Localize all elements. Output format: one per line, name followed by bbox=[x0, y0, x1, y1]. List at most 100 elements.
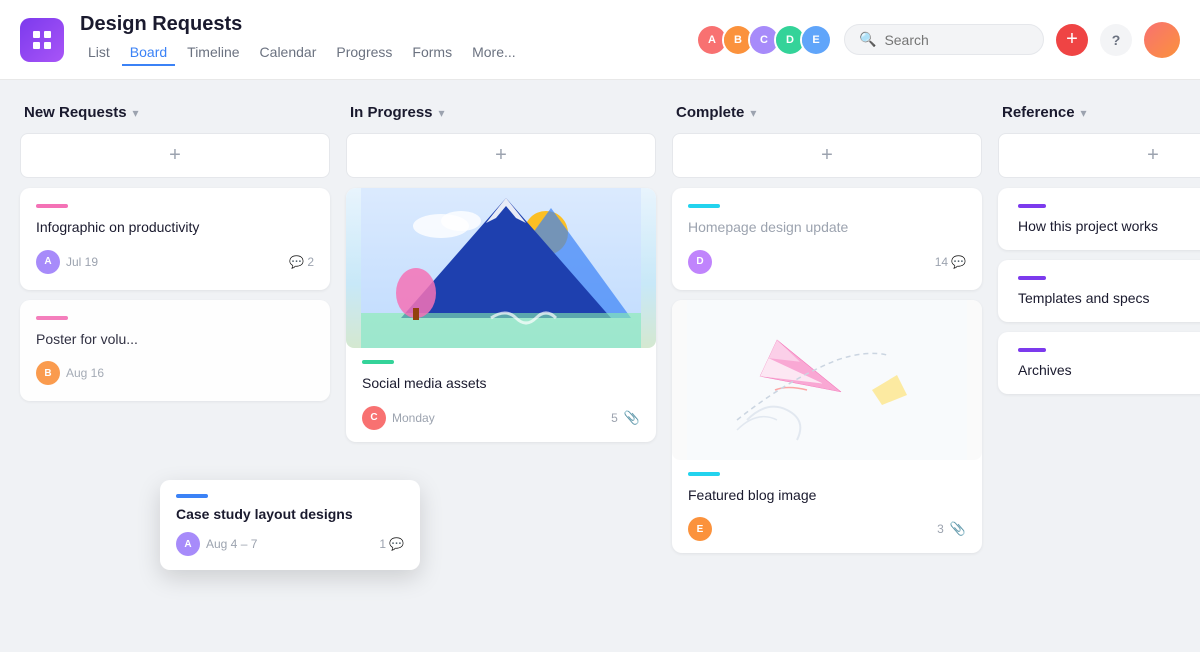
card-avatar: C bbox=[362, 406, 386, 430]
plane-illustration bbox=[672, 300, 982, 460]
ref-card-archives[interactable]: Archives bbox=[998, 332, 1200, 394]
card-meta: E bbox=[688, 517, 712, 541]
floating-card-case-study[interactable]: Case study layout designs A Aug 4 – 7 1 … bbox=[160, 480, 420, 570]
card-avatar: E bbox=[688, 517, 712, 541]
card-footer: E 3 📎 bbox=[688, 517, 966, 541]
floating-card-footer: A Aug 4 – 7 1 💬 bbox=[176, 532, 404, 556]
column-title-in-progress: In Progress bbox=[350, 104, 433, 121]
column-header-new-requests: New Requests ▾ bbox=[20, 104, 330, 121]
column-title-complete: Complete bbox=[676, 104, 744, 121]
floating-card-title: Case study layout designs bbox=[176, 506, 404, 522]
card-comment-count: 1 💬 bbox=[379, 537, 404, 551]
card-poster[interactable]: Poster for volu... B Aug 16 bbox=[20, 300, 330, 402]
tab-forms[interactable]: Forms bbox=[404, 40, 460, 66]
card-footer: B Aug 16 bbox=[36, 361, 314, 385]
ref-card-tag bbox=[1018, 276, 1046, 280]
tab-timeline[interactable]: Timeline bbox=[179, 40, 247, 66]
card-comment-count: 5 bbox=[611, 411, 618, 425]
ref-card-title: Archives bbox=[1018, 362, 1200, 378]
ref-card-title: Templates and specs bbox=[1018, 290, 1200, 306]
mountain-illustration bbox=[346, 188, 656, 348]
tab-board[interactable]: Board bbox=[122, 40, 175, 66]
chevron-down-icon[interactable]: ▾ bbox=[750, 106, 756, 120]
card-footer: A Jul 19 💬 2 bbox=[36, 250, 314, 274]
card-comment-count: 3 bbox=[937, 522, 944, 536]
card-meta: A Jul 19 bbox=[36, 250, 98, 274]
card-meta: C Monday bbox=[362, 406, 435, 430]
search-icon: 🔍 bbox=[859, 31, 876, 48]
header-right: A B C D E 🔍 + ? bbox=[696, 22, 1180, 58]
add-card-complete[interactable]: + bbox=[672, 133, 982, 178]
card-tag bbox=[362, 360, 394, 364]
avatar-5[interactable]: E bbox=[800, 24, 832, 56]
card-title: Featured blog image bbox=[688, 486, 966, 506]
header-title-area: Design Requests List Board Timeline Cale… bbox=[80, 13, 680, 66]
column-complete: Complete ▾ + Homepage design update D 14… bbox=[672, 104, 982, 628]
ref-card-tag bbox=[1018, 348, 1046, 352]
chevron-down-icon[interactable]: ▾ bbox=[133, 106, 139, 120]
mountain-svg bbox=[346, 188, 656, 348]
card-avatar: B bbox=[36, 361, 60, 385]
search-input[interactable] bbox=[884, 32, 1029, 48]
column-header-in-progress: In Progress ▾ bbox=[346, 104, 656, 121]
card-title: Infographic on productivity bbox=[36, 218, 314, 238]
card-actions: 3 📎 bbox=[937, 521, 966, 537]
project-title: Design Requests bbox=[80, 13, 680, 36]
card-footer: C Monday 5 📎 bbox=[362, 406, 640, 430]
column-header-reference: Reference ▾ bbox=[998, 104, 1200, 121]
chevron-down-icon[interactable]: ▾ bbox=[439, 106, 445, 120]
app-icon bbox=[20, 18, 64, 62]
column-title-reference: Reference bbox=[1002, 104, 1075, 121]
card-meta: A Aug 4 – 7 bbox=[176, 532, 257, 556]
card-body: Social media assets C Monday 5 📎 bbox=[346, 348, 656, 442]
ref-card-templates[interactable]: Templates and specs bbox=[998, 260, 1200, 322]
add-button[interactable]: + bbox=[1056, 24, 1088, 56]
column-title-new-requests: New Requests bbox=[24, 104, 127, 121]
add-card-in-progress[interactable]: + bbox=[346, 133, 656, 178]
card-title: Homepage design update bbox=[688, 218, 966, 238]
tab-more[interactable]: More... bbox=[464, 40, 524, 66]
search-bar[interactable]: 🔍 bbox=[844, 24, 1044, 55]
card-comment-count: 💬 2 bbox=[289, 255, 314, 269]
attachment-icon: 📎 bbox=[950, 521, 966, 537]
help-button[interactable]: ? bbox=[1100, 24, 1132, 56]
comment-icon: 💬 bbox=[389, 537, 404, 551]
card-homepage[interactable]: Homepage design update D 14 💬 bbox=[672, 188, 982, 290]
card-date: Jul 19 bbox=[66, 255, 98, 269]
card-avatar: A bbox=[176, 532, 200, 556]
tab-progress[interactable]: Progress bbox=[328, 40, 400, 66]
tab-calendar[interactable]: Calendar bbox=[252, 40, 325, 66]
card-date: Aug 4 – 7 bbox=[206, 537, 257, 551]
card-infographic[interactable]: Infographic on productivity A Jul 19 💬 2 bbox=[20, 188, 330, 290]
card-meta: D bbox=[688, 250, 712, 274]
nav-tabs: List Board Timeline Calendar Progress Fo… bbox=[80, 40, 680, 66]
card-tag bbox=[36, 204, 68, 208]
card-avatar: A bbox=[36, 250, 60, 274]
comment-icon: 💬 bbox=[951, 255, 966, 269]
card-social-media[interactable]: Social media assets C Monday 5 📎 bbox=[346, 188, 656, 442]
header: Design Requests List Board Timeline Cale… bbox=[0, 0, 1200, 80]
card-avatar: D bbox=[688, 250, 712, 274]
ref-card-how[interactable]: How this project works bbox=[998, 188, 1200, 250]
card-blog-image[interactable]: Featured blog image E 3 📎 bbox=[672, 300, 982, 554]
card-title: Poster for volu... bbox=[36, 330, 314, 350]
tab-list[interactable]: List bbox=[80, 40, 118, 66]
floating-card-tag bbox=[176, 494, 208, 498]
plane-svg bbox=[672, 300, 982, 460]
chevron-down-icon[interactable]: ▾ bbox=[1081, 106, 1087, 120]
card-tag bbox=[688, 204, 720, 208]
comment-icon: 💬 bbox=[289, 255, 304, 269]
add-card-reference[interactable]: + bbox=[998, 133, 1200, 178]
attachment-icon: 📎 bbox=[624, 410, 640, 426]
user-avatar[interactable] bbox=[1144, 22, 1180, 58]
app-logo-icon bbox=[30, 28, 54, 52]
card-comment-count: 14 💬 bbox=[935, 255, 966, 269]
card-tag bbox=[688, 472, 720, 476]
card-date: Aug 16 bbox=[66, 366, 104, 380]
card-footer: D 14 💬 bbox=[688, 250, 966, 274]
add-card-new-requests[interactable]: + bbox=[20, 133, 330, 178]
ref-card-tag bbox=[1018, 204, 1046, 208]
card-date: Monday bbox=[392, 411, 435, 425]
ref-card-title: How this project works bbox=[1018, 218, 1200, 234]
team-avatars: A B C D E bbox=[696, 24, 832, 56]
